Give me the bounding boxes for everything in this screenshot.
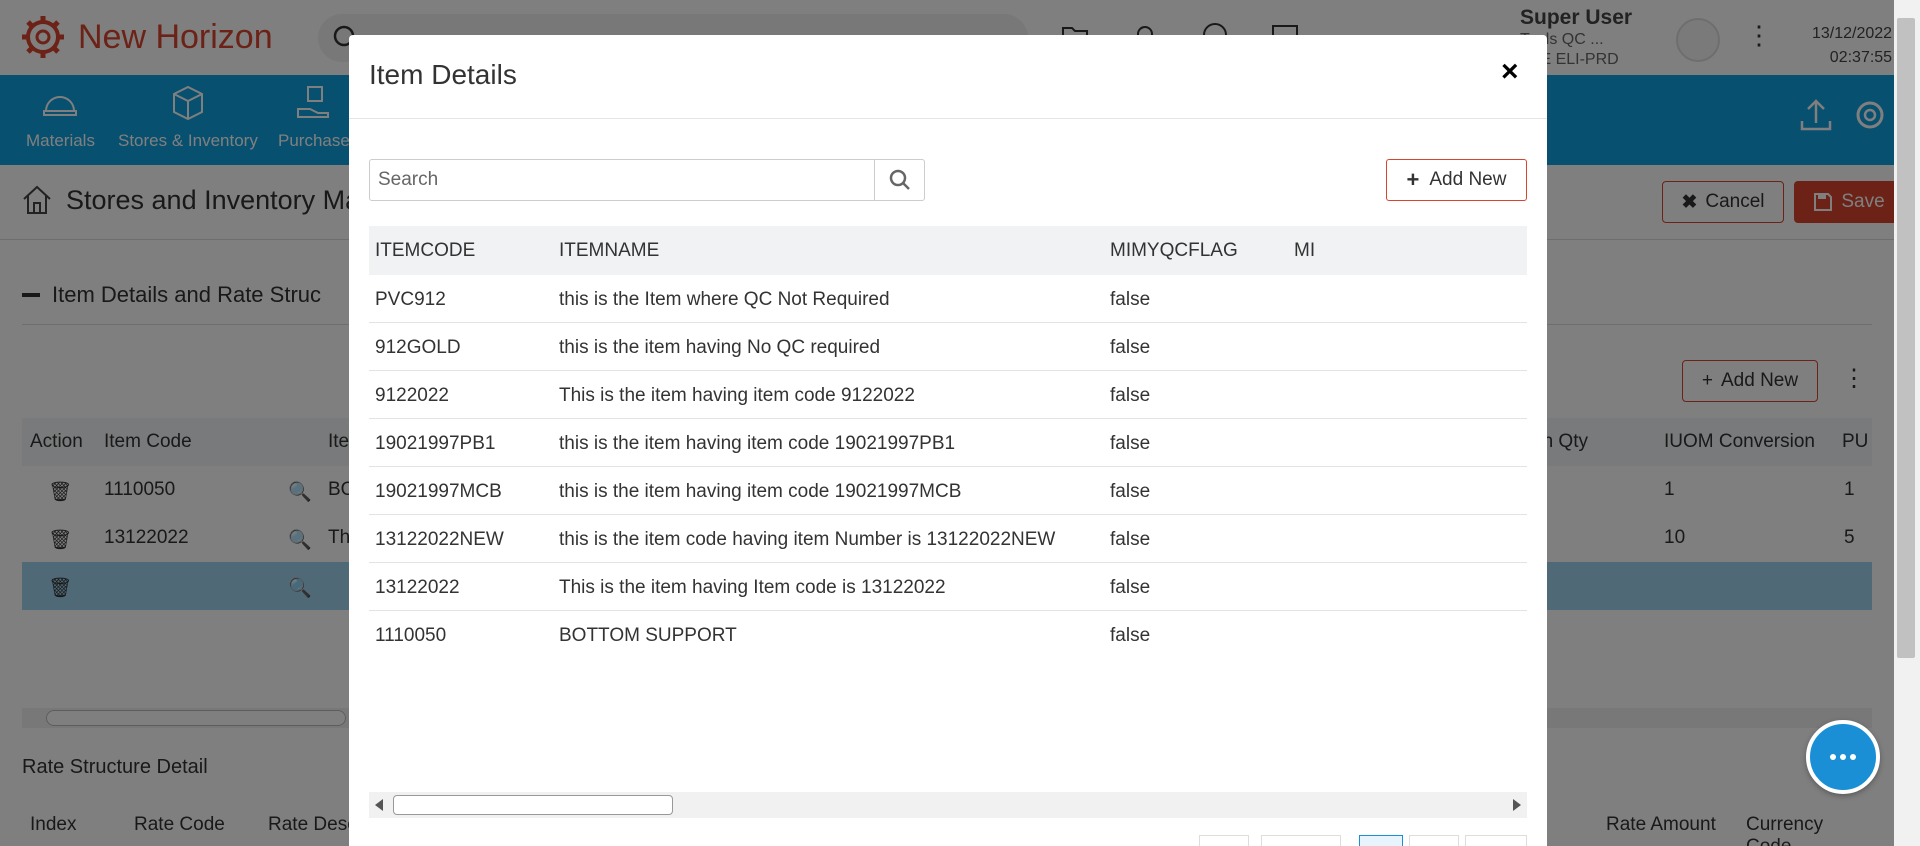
cell-itemcode: PVC912 — [375, 289, 446, 310]
pager-button[interactable] — [1261, 835, 1341, 846]
pager-prev-button[interactable] — [1199, 835, 1249, 846]
cell-qcflag: false — [1110, 529, 1151, 550]
add-new-button[interactable]: + Add New — [1386, 159, 1527, 201]
pager-current-page[interactable] — [1359, 835, 1403, 846]
cell-itemcode: 9122022 — [375, 385, 449, 406]
col-itemcode[interactable]: ITEMCODE — [375, 240, 475, 262]
pager-next-button[interactable] — [1465, 835, 1527, 846]
cell-qcflag: false — [1110, 577, 1151, 598]
col-truncated[interactable]: MI — [1294, 240, 1315, 262]
cell-qcflag: false — [1110, 625, 1151, 646]
col-mimyqcflag[interactable]: MIMYQCFLAG — [1110, 240, 1238, 262]
table-row[interactable]: 13122022 This is the item having Item co… — [369, 563, 1527, 611]
scroll-left-icon[interactable] — [375, 799, 383, 811]
table-row[interactable]: 9122022 This is the item having item cod… — [369, 371, 1527, 419]
chat-icon — [1830, 754, 1856, 760]
cell-itemname: This is the item having item code 912202… — [559, 385, 915, 406]
cell-itemcode: 13122022NEW — [375, 529, 504, 550]
cell-qcflag: false — [1110, 433, 1151, 454]
cell-itemname: This is the item having Item code is 131… — [559, 577, 946, 598]
cell-itemcode: 1110050 — [375, 625, 447, 646]
cell-itemname: this is the item code having item Number… — [559, 529, 1056, 550]
scroll-right-icon[interactable] — [1513, 799, 1521, 811]
search-button[interactable] — [874, 160, 924, 200]
cell-qcflag: false — [1110, 289, 1151, 310]
search-icon — [889, 169, 910, 190]
chat-button[interactable] — [1806, 720, 1880, 794]
page-vertical-scrollbar[interactable] — [1894, 0, 1920, 846]
cell-itemname: this is the Item where QC Not Required — [559, 289, 890, 310]
item-details-modal: Item Details × + Add New ITEMCODE ITEMNA… — [349, 35, 1547, 846]
table-row[interactable]: PVC912 this is the Item where QC Not Req… — [369, 275, 1527, 323]
cell-itemcode: 19021997PB1 — [375, 433, 496, 454]
scrollbar-thumb[interactable] — [1897, 18, 1915, 658]
modal-search-box — [369, 159, 925, 201]
cell-itemname: this is the item having item code 190219… — [559, 433, 956, 454]
modal-title: Item Details — [369, 59, 517, 90]
table-row[interactable]: 912GOLD this is the item having No QC re… — [369, 323, 1527, 371]
cell-qcflag: false — [1110, 385, 1151, 406]
scrollbar-thumb[interactable] — [393, 795, 673, 815]
cell-itemname: this is the item having No QC required — [559, 337, 881, 358]
table-row[interactable]: 19021997PB1 this is the item having item… — [369, 419, 1527, 467]
table-row[interactable]: 1110050 BOTTOM SUPPORT false — [369, 611, 1527, 658]
cell-itemcode: 13122022 — [375, 577, 460, 598]
modal-horizontal-scrollbar[interactable] — [369, 792, 1527, 818]
cell-qcflag: false — [1110, 481, 1151, 502]
col-itemname[interactable]: ITEMNAME — [559, 240, 659, 262]
add-new-label: Add New — [1429, 169, 1507, 190]
cell-qcflag: false — [1110, 337, 1151, 358]
table-row[interactable]: 19021997MCB this is the item having item… — [369, 467, 1527, 515]
cell-itemcode: 912GOLD — [375, 337, 461, 358]
modal-header: Item Details × — [349, 35, 1547, 119]
plus-icon: + — [1406, 167, 1420, 192]
cell-itemname: this is the item having item code 190219… — [559, 481, 962, 502]
search-input[interactable] — [370, 160, 874, 200]
pager-button[interactable] — [1409, 835, 1459, 846]
close-icon[interactable]: × — [1501, 55, 1519, 89]
table-row[interactable]: 13122022NEW this is the item code having… — [369, 515, 1527, 563]
table-header-row: ITEMCODE ITEMNAME MIMYQCFLAG MI — [369, 226, 1527, 275]
cell-itemname: BOTTOM SUPPORT — [559, 625, 737, 646]
item-lookup-table: ITEMCODE ITEMNAME MIMYQCFLAG MI PVC912 t… — [369, 226, 1527, 658]
cell-itemcode: 19021997MCB — [375, 481, 502, 502]
